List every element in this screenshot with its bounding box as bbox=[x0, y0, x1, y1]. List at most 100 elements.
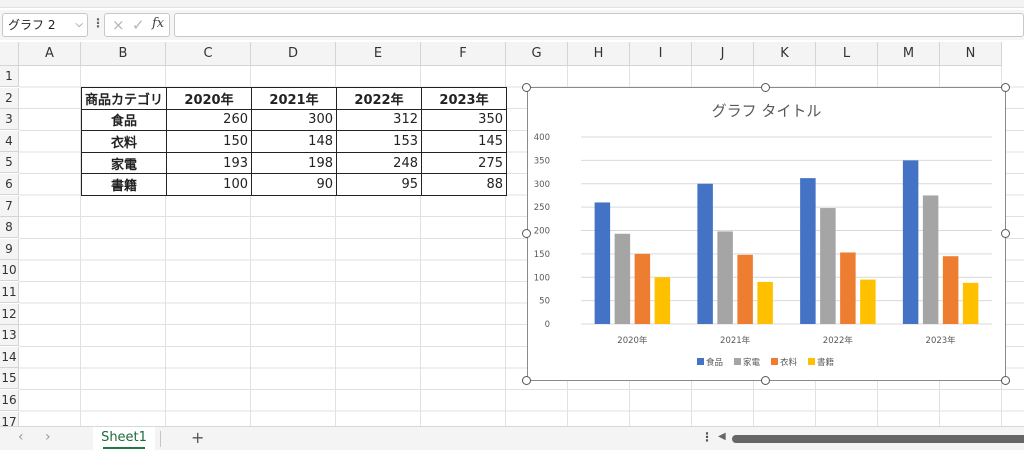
value-cell[interactable]: 350 bbox=[421, 108, 507, 132]
value-cell[interactable]: 193 bbox=[166, 151, 252, 175]
value-cell[interactable]: 300 bbox=[251, 108, 337, 132]
chart-svg: グラフ タイトル 0 50 100 150 200 250 300 350 400 2020年 202… bbox=[534, 102, 992, 368]
chart[interactable]: グラフ タイトル 0 50 100 150 200 250 300 350 400 2020年 202… bbox=[527, 87, 1006, 381]
value-cell[interactable]: 260 bbox=[166, 108, 252, 132]
column-header-d[interactable]: D bbox=[251, 42, 336, 66]
enter-icon[interactable]: ✓ bbox=[132, 16, 145, 34]
row-header-15[interactable]: 15 bbox=[0, 368, 19, 390]
cancel-icon[interactable]: × bbox=[112, 16, 125, 34]
header-cell[interactable]: 2023年 bbox=[421, 87, 507, 110]
scroll-left-icon[interactable]: ◀ bbox=[718, 431, 726, 442]
category-cell[interactable]: 食品 bbox=[81, 108, 167, 132]
category-cell[interactable]: 衣料 bbox=[81, 130, 167, 153]
bar-2-2 bbox=[717, 231, 733, 324]
tab-divider bbox=[160, 431, 161, 447]
row-header-3[interactable]: 3 bbox=[0, 109, 19, 131]
resize-handle-top-left[interactable] bbox=[522, 83, 531, 92]
scroll-menu-icon[interactable]: ⋮ bbox=[701, 430, 713, 444]
legend-label: 家電 bbox=[743, 357, 761, 368]
resize-handle-bottom-left[interactable] bbox=[522, 376, 531, 385]
y-tick-label: 300 bbox=[534, 180, 550, 190]
category-cell[interactable]: 書籍 bbox=[81, 173, 167, 196]
column-header-l[interactable]: L bbox=[816, 42, 878, 66]
row-header-14[interactable]: 14 bbox=[0, 346, 19, 368]
header-cell[interactable]: 2022年 bbox=[336, 87, 422, 110]
column-header-n[interactable]: N bbox=[940, 42, 1002, 66]
x-tick-label: 2020年 bbox=[617, 335, 648, 346]
more-options-icon[interactable]: ⋮ bbox=[92, 16, 104, 30]
resize-handle-bottom-right[interactable] bbox=[1001, 376, 1010, 385]
add-sheet-icon[interactable]: + bbox=[191, 428, 204, 447]
column-header-h[interactable]: H bbox=[568, 42, 630, 66]
resize-handle-top-right[interactable] bbox=[1001, 83, 1010, 92]
data-table: 商品カテゴリ 2020年 2021年 2022年 2023年 食品 260 30… bbox=[81, 87, 507, 196]
value-cell[interactable]: 275 bbox=[421, 151, 507, 175]
row-header-2[interactable]: 2 bbox=[0, 87, 19, 109]
row-header-16[interactable]: 16 bbox=[0, 390, 19, 411]
row-header-11[interactable]: 11 bbox=[0, 282, 19, 303]
row-header-1[interactable]: 1 bbox=[0, 66, 19, 87]
value-cell[interactable]: 145 bbox=[421, 130, 507, 153]
column-header-j[interactable]: J bbox=[692, 42, 754, 66]
resize-handle-right[interactable] bbox=[1001, 229, 1010, 238]
value-cell[interactable]: 90 bbox=[251, 173, 337, 196]
column-header-g[interactable]: G bbox=[506, 42, 568, 66]
header-cell[interactable]: 2021年 bbox=[251, 87, 337, 110]
value-cell[interactable]: 153 bbox=[336, 130, 422, 153]
value-cell[interactable]: 150 bbox=[166, 130, 252, 153]
row-header-12[interactable]: 12 bbox=[0, 303, 19, 325]
next-sheet-icon[interactable]: › bbox=[45, 429, 51, 445]
resize-handle-top[interactable] bbox=[761, 83, 770, 92]
row-header-7[interactable]: 7 bbox=[0, 195, 19, 217]
value-cell[interactable]: 95 bbox=[336, 173, 422, 196]
value-cell[interactable]: 148 bbox=[251, 130, 337, 153]
column-header-b[interactable]: B bbox=[81, 42, 166, 66]
row-header-8[interactable]: 8 bbox=[0, 217, 19, 239]
value-cell[interactable]: 100 bbox=[166, 173, 252, 196]
row-header-4[interactable]: 4 bbox=[0, 130, 19, 152]
category-cell[interactable]: 家電 bbox=[81, 151, 167, 175]
horizontal-scrollbar-thumb[interactable] bbox=[732, 435, 1024, 443]
legend-swatch bbox=[697, 358, 704, 365]
chevron-down-icon[interactable]: ⌵ bbox=[75, 14, 83, 36]
y-tick-label: 200 bbox=[534, 227, 550, 237]
column-header-m[interactable]: M bbox=[878, 42, 940, 66]
row-header-13[interactable]: 13 bbox=[0, 325, 19, 347]
value-cell[interactable]: 88 bbox=[421, 173, 507, 196]
value-cell[interactable]: 248 bbox=[336, 151, 422, 175]
column-header-k[interactable]: K bbox=[754, 42, 816, 66]
bar-4-4 bbox=[962, 282, 979, 324]
row-header-9[interactable]: 9 bbox=[0, 238, 19, 260]
header-cell[interactable]: 商品カテゴリ bbox=[81, 87, 167, 110]
sheet-tab-sheet1[interactable]: Sheet1 bbox=[93, 427, 155, 450]
bar-2-1 bbox=[614, 233, 631, 324]
column-header-e[interactable]: E bbox=[336, 42, 421, 66]
bar-1-2 bbox=[697, 183, 713, 324]
y-tick-label: 0 bbox=[545, 320, 550, 330]
resize-handle-bottom[interactable] bbox=[761, 376, 770, 385]
select-all-corner[interactable] bbox=[0, 42, 19, 66]
insert-function-icon[interactable]: fx bbox=[152, 16, 164, 31]
column-header-i[interactable]: I bbox=[630, 42, 692, 66]
value-cell[interactable]: 198 bbox=[251, 151, 337, 175]
name-box[interactable]: グラフ 2 ⌵ bbox=[2, 13, 88, 37]
column-header-f[interactable]: F bbox=[421, 42, 506, 66]
prev-sheet-icon[interactable]: ‹ bbox=[18, 429, 24, 445]
legend-label: 書籍 bbox=[817, 357, 834, 368]
table-row: 衣料 150 148 153 145 bbox=[81, 130, 507, 153]
ribbon-strip bbox=[0, 0, 1024, 8]
bar-4-3 bbox=[860, 279, 876, 324]
legend-label: 食品 bbox=[706, 357, 723, 368]
formula-input[interactable] bbox=[174, 13, 1024, 37]
column-header-c[interactable]: C bbox=[166, 42, 251, 66]
header-cell[interactable]: 2020年 bbox=[166, 87, 252, 110]
resize-handle-left[interactable] bbox=[522, 229, 531, 238]
value-cell[interactable]: 312 bbox=[336, 108, 422, 132]
y-tick-label: 50 bbox=[539, 297, 550, 307]
row-header-10[interactable]: 10 bbox=[0, 260, 19, 282]
row-header-5[interactable]: 5 bbox=[0, 152, 19, 174]
column-header-a[interactable]: A bbox=[19, 42, 81, 66]
y-tick-label: 150 bbox=[534, 250, 550, 260]
column-headers: ABCDEFGHIJKLMN bbox=[19, 42, 1024, 66]
row-header-6[interactable]: 6 bbox=[0, 174, 19, 195]
